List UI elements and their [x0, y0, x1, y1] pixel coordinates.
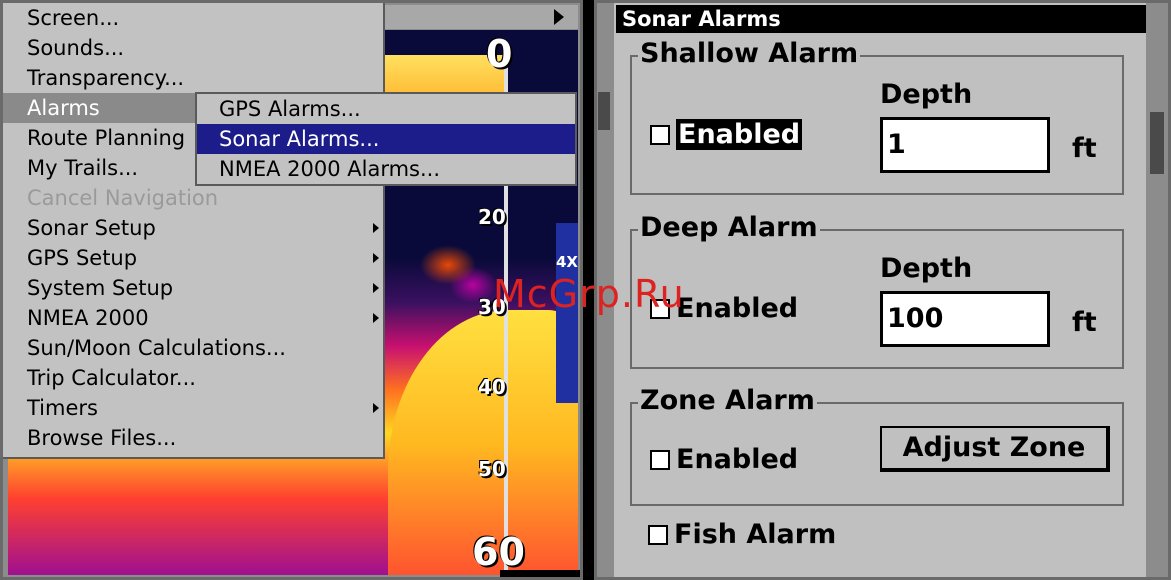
shallow-alarm-title: Shallow Alarm — [638, 38, 861, 69]
sonar-alarms-dialog: Sonar Alarms Shallow Alarm Enabled Depth… — [616, 5, 1146, 577]
shallow-alarm-group: Shallow Alarm Enabled Depth 1 ft — [630, 39, 1124, 195]
deep-depth-input[interactable]: 100 — [880, 291, 1050, 347]
checkbox-icon — [648, 524, 668, 545]
depth-tick-50: 50 — [478, 457, 506, 481]
deep-unit: ft — [1072, 307, 1097, 338]
deep-alarm-group: Deep Alarm Enabled Depth 100 ft — [630, 213, 1124, 369]
depth-tick-0: 0 — [486, 32, 513, 76]
shallow-unit: ft — [1072, 133, 1097, 164]
left-screen: 0 20 30 40 50 60 4X Screen... Sounds... … — [0, 0, 583, 580]
menu-item-label: Sun/Moon Calculations... — [27, 336, 286, 360]
submenu-arrow-icon — [373, 253, 379, 263]
zone-enabled-checkbox[interactable]: Enabled — [650, 444, 798, 475]
menu-item-browse-files[interactable]: Browse Files... — [3, 423, 383, 453]
submenu-item-gps-alarms[interactable]: GPS Alarms... — [197, 94, 575, 124]
shallow-enabled-checkbox[interactable]: Enabled — [650, 119, 803, 150]
menu-item-transparency[interactable]: Transparency... — [3, 63, 383, 93]
menu-item-label: Sonar Setup — [27, 216, 156, 240]
adjust-zone-button[interactable]: Adjust Zone — [880, 426, 1110, 472]
menu-item-gps-setup[interactable]: GPS Setup — [3, 243, 383, 273]
menu-item-label: My Trails... — [27, 156, 139, 180]
menu-item-label: System Setup — [27, 276, 174, 300]
menu-item-label: Cancel Navigation — [27, 186, 219, 210]
submenu-arrow-icon — [373, 403, 379, 413]
deep-depth-value: 100 — [887, 303, 944, 334]
right-screen: Sonar Alarms Shallow Alarm Enabled Depth… — [594, 0, 1171, 580]
left-scroll-thumb[interactable] — [598, 92, 610, 130]
submenu-item-label: Sonar Alarms... — [219, 127, 380, 151]
menu-item-label: Screen... — [27, 6, 120, 30]
menu-item-system-setup[interactable]: System Setup — [3, 273, 383, 303]
shallow-depth-input[interactable]: 1 — [880, 117, 1050, 173]
deep-depth-label: Depth — [880, 253, 973, 284]
menu-item-trip-calculator[interactable]: Trip Calculator... — [3, 363, 383, 393]
shallow-depth-value: 1 — [887, 129, 906, 160]
arrow-right-icon — [554, 9, 564, 25]
depth-tick-40: 40 — [478, 375, 506, 399]
submenu-item-label: GPS Alarms... — [219, 97, 361, 121]
menu-item-label: GPS Setup — [27, 246, 138, 270]
zone-alarm-group: Zone Alarm Enabled Adjust Zone — [630, 386, 1124, 506]
main-menu: Screen... Sounds... Transparency... Alar… — [3, 3, 385, 459]
zoom-badge: 4X — [556, 223, 578, 403]
checkbox-icon — [650, 298, 670, 319]
menu-item-timers[interactable]: Timers — [3, 393, 383, 423]
menu-item-label: Sounds... — [27, 36, 125, 60]
right-scrollbar[interactable] — [1146, 0, 1168, 580]
shallow-enabled-label: Enabled — [676, 119, 803, 150]
menu-item-label: Alarms — [27, 96, 100, 120]
page-title-bar — [385, 5, 578, 29]
menu-item-screen[interactable]: Screen... — [3, 3, 383, 33]
shallow-depth-label: Depth — [880, 79, 973, 110]
zone-enabled-label: Enabled — [676, 444, 799, 475]
menu-item-sounds[interactable]: Sounds... — [3, 33, 383, 63]
depth-tick-60: 60 — [472, 530, 525, 574]
menu-item-nmea-2000[interactable]: NMEA 2000 — [3, 303, 383, 333]
dialog-title: Sonar Alarms — [616, 5, 1146, 33]
menu-item-label: Transparency... — [27, 66, 185, 90]
menu-item-label: Browse Files... — [27, 426, 177, 450]
deep-enabled-checkbox[interactable]: Enabled — [650, 293, 798, 324]
right-scroll-thumb[interactable] — [1150, 112, 1164, 174]
checkbox-icon — [650, 449, 670, 470]
submenu-arrow-icon — [373, 313, 379, 323]
menu-item-cancel-navigation: Cancel Navigation — [3, 183, 383, 213]
alarms-submenu: GPS Alarms... Sonar Alarms... NMEA 2000 … — [195, 92, 577, 186]
left-scrollbar[interactable] — [594, 0, 614, 580]
deep-alarm-title: Deep Alarm — [638, 212, 820, 243]
fish-alarm-checkbox[interactable]: Fish Alarm — [648, 519, 836, 550]
menu-item-label: Timers — [27, 396, 98, 420]
submenu-item-nmea-alarms[interactable]: NMEA 2000 Alarms... — [197, 154, 575, 184]
menu-item-label: NMEA 2000 — [27, 306, 149, 330]
submenu-item-sonar-alarms[interactable]: Sonar Alarms... — [197, 124, 575, 154]
submenu-arrow-icon — [373, 283, 379, 293]
submenu-item-label: NMEA 2000 Alarms... — [219, 157, 441, 181]
menu-item-alarms[interactable]: Alarms — [3, 93, 195, 123]
menu-item-sonar-setup[interactable]: Sonar Setup — [3, 213, 383, 243]
zoom-label: 4X — [556, 253, 578, 271]
submenu-arrow-icon — [373, 223, 379, 233]
depth-tick-30: 30 — [478, 295, 506, 319]
deep-enabled-label: Enabled — [676, 293, 799, 324]
checkbox-icon — [650, 124, 670, 145]
zone-alarm-title: Zone Alarm — [638, 385, 817, 416]
depth-tick-20: 20 — [478, 205, 506, 229]
menu-item-label: Trip Calculator... — [27, 366, 196, 390]
menu-item-label: Route Planning — [27, 126, 186, 150]
status-strip — [500, 570, 583, 580]
menu-item-sun-moon[interactable]: Sun/Moon Calculations... — [3, 333, 383, 363]
fish-alarm-label: Fish Alarm — [674, 519, 837, 550]
